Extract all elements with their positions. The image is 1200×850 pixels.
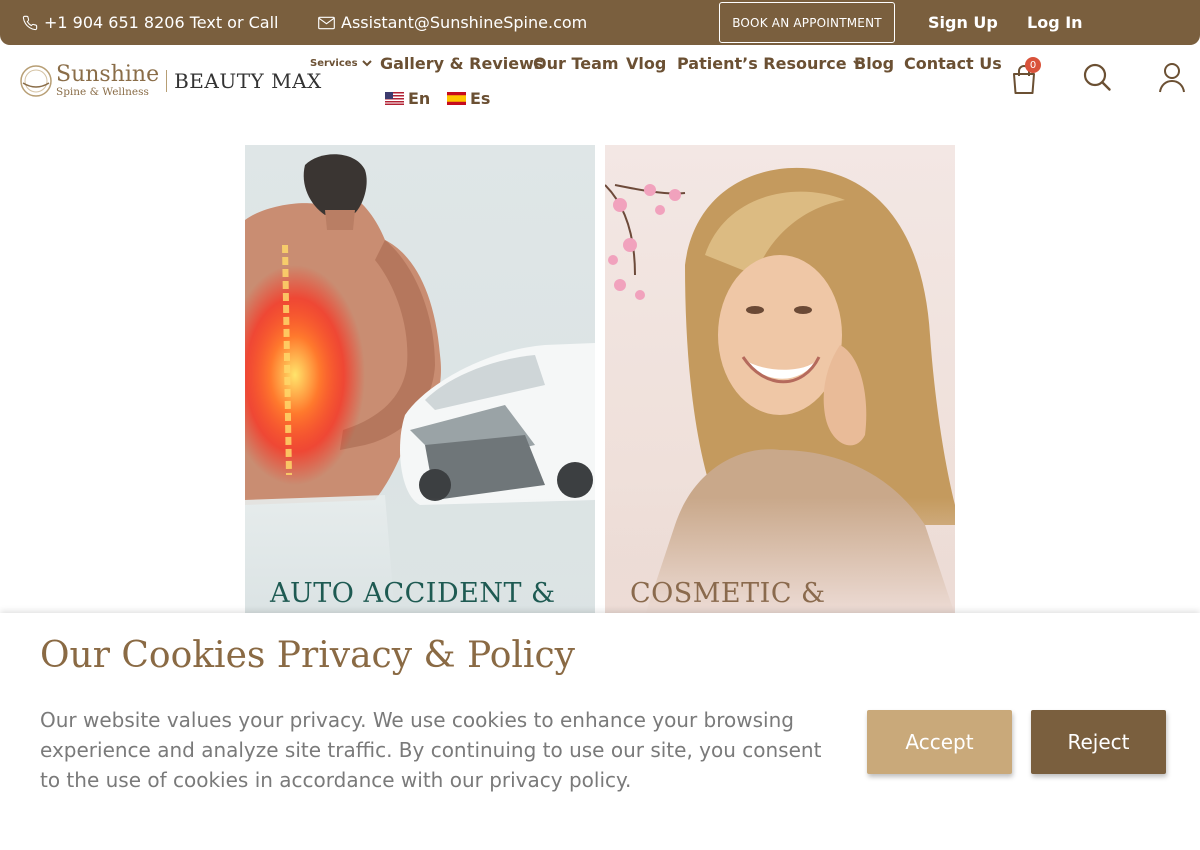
email-text: Assistant@SunshineSpine.com (341, 13, 588, 32)
logo-tagline: Spine & Wellness (56, 86, 149, 99)
top-bar: +1 904 651 8206 Text or Call Assistant@S… (0, 0, 1200, 45)
nav-vlog[interactable]: Vlog (626, 50, 666, 76)
site-logo[interactable]: Sunshine Spine & Wellness BEAUTY MAX (18, 58, 322, 104)
email-link[interactable]: Assistant@SunshineSpine.com (318, 0, 587, 45)
nav-services-label: Services (310, 57, 358, 69)
us-flag-icon (385, 91, 404, 105)
account-button[interactable] (1157, 62, 1187, 94)
language-spanish[interactable]: Es (447, 86, 490, 110)
cosmetic-portrait-image (605, 145, 955, 615)
language-en-label: En (408, 88, 431, 108)
cosmetic-card-title: COSMETIC & (630, 578, 826, 609)
search-icon (1083, 63, 1111, 91)
logo-partner: BEAUTY MAX (174, 69, 322, 93)
phone-link[interactable]: +1 904 651 8206 Text or Call (22, 0, 279, 45)
cookie-banner: Our Cookies Privacy & Policy Our website… (0, 613, 1200, 850)
phone-icon (22, 15, 38, 30)
chevron-down-icon (361, 59, 372, 66)
user-icon (1159, 63, 1185, 93)
phone-text: +1 904 651 8206 Text or Call (44, 13, 279, 32)
service-card-auto-accident[interactable]: AUTO ACCIDENT & (245, 145, 595, 615)
cookie-banner-text: Our website values your privacy. We use … (40, 708, 822, 792)
language-es-label: Es (470, 88, 491, 108)
nav-resource-label: Patient’s Resource (677, 53, 847, 73)
mail-icon (318, 16, 335, 29)
nav-gallery-reviews[interactable]: Gallery & Reviews (380, 50, 543, 76)
auto-accident-card-title: AUTO ACCIDENT & (270, 578, 556, 609)
logo-divider (166, 70, 168, 92)
language-english[interactable]: En (385, 86, 430, 110)
cart-button[interactable]: 0 (1010, 57, 1050, 100)
cookie-banner-title: Our Cookies Privacy & Policy (40, 635, 575, 676)
book-appointment-button[interactable]: BOOK AN APPOINTMENT (719, 2, 895, 43)
spain-flag-icon (447, 91, 466, 105)
cart-count-badge: 0 (1025, 57, 1041, 73)
nav-services[interactable]: Services (310, 50, 372, 76)
log-in-link[interactable]: Log In (1027, 0, 1083, 45)
service-card-cosmetic[interactable]: COSMETIC & (605, 145, 955, 615)
nav-patients-resource[interactable]: Patient’s Resource (677, 50, 861, 76)
nav-our-team[interactable]: Our Team (533, 50, 619, 76)
auto-accident-image (245, 145, 595, 615)
accept-cookies-button[interactable]: Accept (867, 710, 1012, 774)
logo-wordmark: Sunshine Spine & Wellness (56, 64, 159, 98)
search-button[interactable] (1082, 62, 1112, 92)
nav-blog[interactable]: Blog (854, 50, 894, 76)
logo-brand: Sunshine (56, 62, 160, 88)
sunshine-logo-mark-icon (20, 65, 52, 97)
nav-contact-us[interactable]: Contact Us (904, 50, 1002, 76)
reject-cookies-button[interactable]: Reject (1031, 710, 1166, 774)
sign-up-link[interactable]: Sign Up (928, 0, 998, 45)
